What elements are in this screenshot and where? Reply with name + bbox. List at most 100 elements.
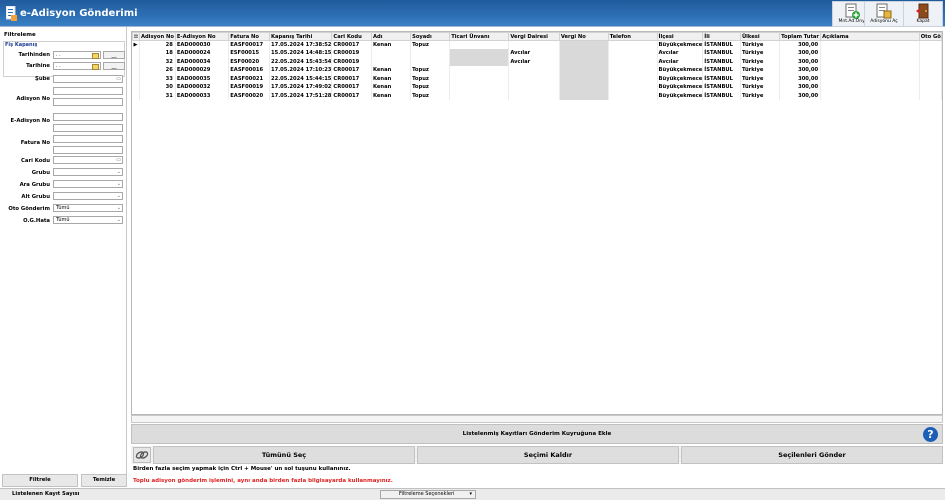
column-header[interactable]: Adisyon No xyxy=(138,32,176,41)
table-row[interactable]: 33 EAD000035 EASF00021 22.05.2024 15:44:15 C… xyxy=(132,74,942,83)
help-icon[interactable]: ? xyxy=(923,427,938,442)
filter-button[interactable]: Filtrele xyxy=(2,474,78,487)
record-count-label: Listelenen Kayıt Sayısı xyxy=(12,491,80,497)
select-all-button[interactable]: Tümünü Seç xyxy=(153,446,415,464)
column-header[interactable]: E-Adisyon No xyxy=(174,32,230,41)
table-row[interactable]: 26 EAD000029 EASF00016 17.05.2024 17:10:23 C… xyxy=(132,66,942,75)
table-cell xyxy=(608,49,658,58)
column-header[interactable]: İli xyxy=(702,32,741,41)
alt-grubu-label: Alt Grubu xyxy=(21,194,50,200)
column-header[interactable]: Cari Kodu xyxy=(331,32,372,41)
grubu-select[interactable]: ⌄ xyxy=(53,168,123,176)
add-to-queue-button[interactable]: Listelenmiş Kayıtları Gönderim Kuyruğuna… xyxy=(131,424,943,444)
date-from-input[interactable]: . . xyxy=(53,51,101,59)
table-cell: İSTANBUL xyxy=(702,91,741,100)
chevron-down-icon[interactable]: ⌄ xyxy=(117,217,121,223)
column-header[interactable]: Açıklama xyxy=(820,32,920,41)
sube-lookup-input[interactable]: ▭ xyxy=(53,75,123,83)
column-header[interactable]: Ülkesi xyxy=(739,32,781,41)
column-header[interactable]: Telefon xyxy=(607,32,658,41)
action-bar: Tümünü Seç Seçimi Kaldır Seçilenleri Gön… xyxy=(131,446,943,464)
table-cell: Türkiye xyxy=(740,83,781,92)
table-cell: EAD000033 xyxy=(175,91,230,100)
table-row[interactable]: ▶ 28 EAD000030 EASF00017 17.05.2024 17:38:52… xyxy=(132,40,942,49)
e-adisyon-no-to-input[interactable] xyxy=(53,124,123,132)
column-header[interactable]: Kapanış Tarihi xyxy=(268,32,333,41)
chevron-down-icon[interactable]: ⌄ xyxy=(117,181,121,187)
table-cell xyxy=(919,49,942,58)
column-header[interactable]: İlçesi xyxy=(656,32,704,41)
lookup-icon[interactable]: ▭ xyxy=(116,157,121,163)
table-cell: Kenan xyxy=(371,66,412,75)
link-icon[interactable] xyxy=(133,447,151,463)
table-cell: İSTANBUL xyxy=(702,74,741,83)
open-document-icon xyxy=(876,3,892,19)
toolbar-adisyonu-ac-button[interactable]: Adisyonu Aç xyxy=(864,1,904,27)
chevron-down-icon[interactable]: ⌄ xyxy=(117,169,121,175)
table-cell xyxy=(449,66,510,75)
table-cell: EASF00020 xyxy=(228,91,270,100)
alt-grubu-select[interactable]: ⌄ xyxy=(53,192,123,200)
date-from-dropdown-button[interactable]: __ xyxy=(103,51,125,59)
table-cell xyxy=(919,91,942,100)
column-header[interactable]: Oto Gö xyxy=(918,32,942,41)
date-to-input[interactable]: . . xyxy=(53,62,101,70)
column-header[interactable]: Adı xyxy=(370,32,412,41)
calendar-icon[interactable] xyxy=(92,64,99,70)
chevron-down-icon[interactable]: ▾ xyxy=(469,491,472,498)
toolbar-kapat-button[interactable]: Kapat xyxy=(903,1,943,27)
adisyon-grid[interactable]: ⁝⁝ Adisyon No E-Adisyon No Fatura No Kapanı… xyxy=(131,31,943,415)
adisyon-no-from-input[interactable] xyxy=(53,87,123,95)
chevron-down-icon[interactable]: ⌄ xyxy=(117,205,121,211)
adisyon-no-to-input[interactable] xyxy=(53,98,123,106)
table-cell: EAD000034 xyxy=(175,57,230,66)
row-indicator xyxy=(132,74,140,83)
table-row[interactable]: 18 EAD000024 ESF00015 15.05.2024 14:48:15 CR… xyxy=(132,49,942,58)
grubu-label: Grubu xyxy=(31,170,50,176)
table-row[interactable]: 31 EAD000033 EASF00020 17.05.2024 17:51:28 C… xyxy=(132,91,942,100)
deselect-button[interactable]: Seçimi Kaldır xyxy=(417,446,679,464)
horizontal-scrollbar[interactable] xyxy=(131,415,943,423)
table-cell: CR00017 xyxy=(331,91,372,100)
table-cell: ESF00015 xyxy=(228,49,270,58)
table-cell: Topuz xyxy=(410,40,451,49)
ara-grubu-select[interactable]: ⌄ xyxy=(53,180,123,188)
column-header[interactable]: Soyadı xyxy=(410,32,451,41)
table-cell: EASF00016 xyxy=(228,66,270,75)
fatura-no-to-input[interactable] xyxy=(53,146,123,154)
table-cell: EASF00017 xyxy=(228,40,270,49)
column-header[interactable]: Toplam Tutar xyxy=(779,32,822,41)
table-cell xyxy=(608,74,658,83)
ara-grubu-label: Ara Grubu xyxy=(19,182,50,188)
calendar-icon[interactable] xyxy=(92,53,99,59)
chevron-down-icon[interactable]: ⌄ xyxy=(117,193,121,199)
clear-button[interactable]: Temizle xyxy=(81,474,127,487)
exit-door-icon xyxy=(916,3,929,19)
table-cell: CR00017 xyxy=(331,74,372,83)
lookup-icon[interactable]: ▭ xyxy=(116,76,121,82)
table-row[interactable]: 30 EAD000032 EASF00019 17.05.2024 17:49:02 C… xyxy=(132,83,942,92)
row-indicator-header: ⁝⁝ xyxy=(132,32,140,41)
cari-kodu-lookup-input[interactable]: ▭ xyxy=(53,156,123,164)
column-header[interactable]: Vergi Dairesi xyxy=(508,32,560,41)
og-hata-select[interactable]: Tümü ⌄ xyxy=(53,216,123,224)
table-cell xyxy=(508,83,560,92)
oto-gonderim-select[interactable]: Tümü ⌄ xyxy=(53,204,123,212)
e-adisyon-no-from-input[interactable] xyxy=(53,113,123,121)
fatura-no-from-input[interactable] xyxy=(53,135,123,143)
table-cell: 22.05.2024 15:44:15 xyxy=(269,74,333,83)
table-cell xyxy=(820,40,920,49)
table-cell xyxy=(608,91,658,100)
column-header[interactable]: Ticari Ünvanı xyxy=(449,32,510,41)
table-body: ▶ 28 EAD000030 EASF00017 17.05.2024 17:38:52… xyxy=(132,40,942,100)
send-selected-button[interactable]: Seçilenleri Gönder xyxy=(681,446,943,464)
column-header[interactable]: Fatura No xyxy=(228,32,270,41)
table-cell xyxy=(559,83,609,92)
filter-options-dropdown[interactable]: Filtreleme Seçenekleri ▾ xyxy=(380,490,476,499)
table-cell: CR00017 xyxy=(331,66,372,75)
table-cell: EAD000024 xyxy=(175,49,230,58)
column-header[interactable]: Vergi No xyxy=(558,32,609,41)
table-cell xyxy=(371,49,412,58)
table-row[interactable]: 32 EAD000034 ESF00020 22.05.2024 15:43:54 CR… xyxy=(132,57,942,66)
date-to-dropdown-button[interactable]: __ xyxy=(103,62,125,70)
